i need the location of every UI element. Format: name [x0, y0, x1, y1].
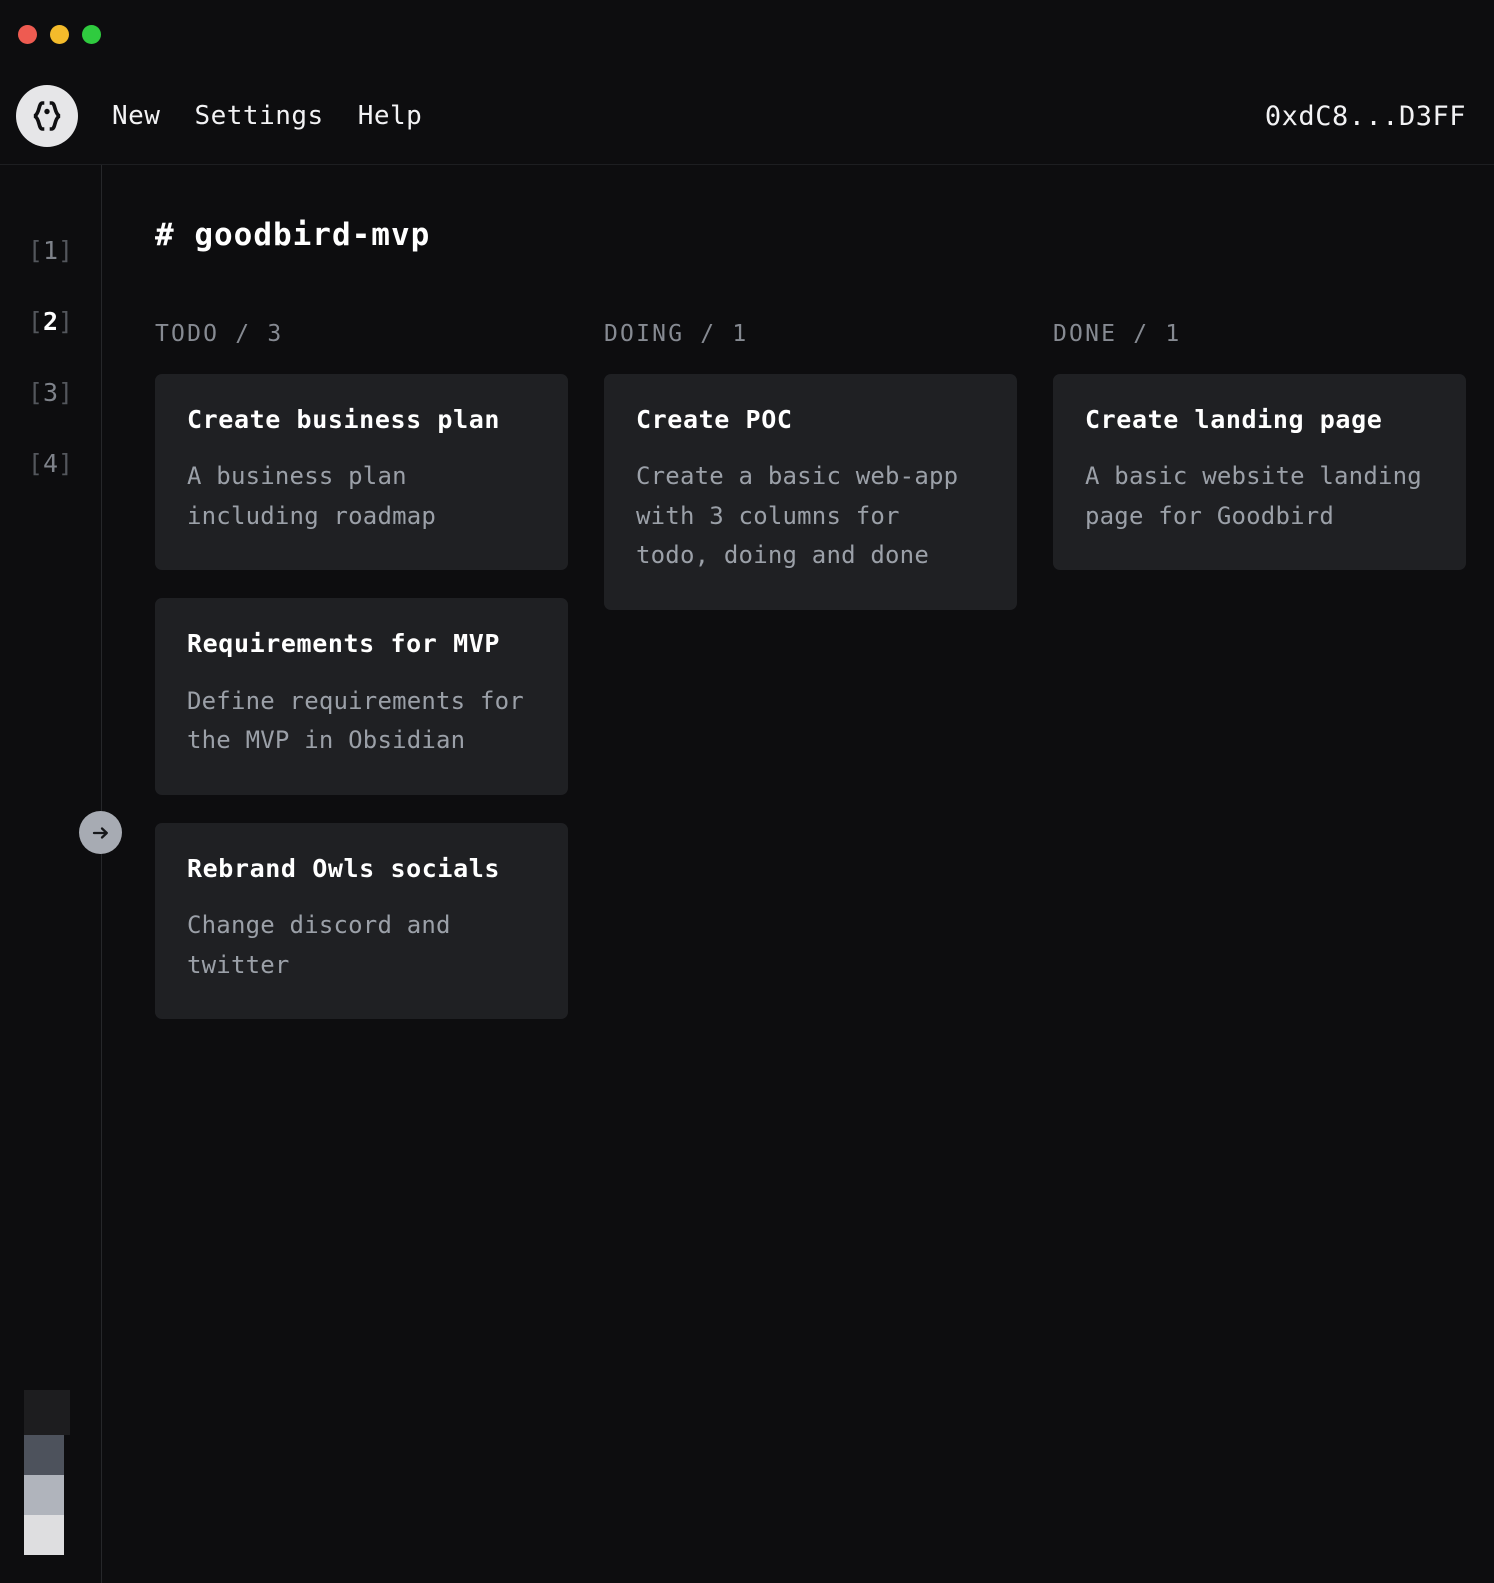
- page-switcher: [1] [2] [3] [4]: [0, 165, 101, 499]
- task-card[interactable]: Create landing page A basic website land…: [1053, 374, 1466, 571]
- bracket-open: [: [27, 307, 43, 336]
- app-logo[interactable]: [16, 85, 78, 147]
- nav-item-help[interactable]: Help: [358, 103, 423, 129]
- page-number: 3: [42, 378, 59, 407]
- task-title: Create landing page: [1085, 405, 1383, 434]
- swatch-white[interactable]: [24, 1515, 64, 1555]
- task-title: Create POC: [636, 405, 793, 434]
- task-title: Requirements for MVP: [187, 629, 501, 659]
- column-doing: DOING / 1 Create POC Create a basic web-…: [604, 321, 1017, 611]
- arrow-right-icon: [90, 822, 112, 844]
- swatch-silver[interactable]: [24, 1475, 64, 1515]
- task-card[interactable]: Rebrand Owls socials Change discord and …: [155, 822, 568, 1020]
- task-description: Change discord and twitter: [187, 911, 466, 979]
- nav-links: New Settings Help: [112, 103, 422, 129]
- top-navigation-bar: New Settings Help 0xdC8...D3FF: [0, 68, 1494, 165]
- braces-dot-logo-icon: [27, 96, 67, 136]
- card-list-doing: Create POC Create a basic web-app with 3…: [604, 374, 1017, 611]
- traffic-lights: [18, 24, 101, 44]
- wallet-address-button[interactable]: 0xdC8...D3FF: [1265, 101, 1466, 132]
- task-description: A business plan including roadmap: [187, 462, 437, 530]
- app-window: New Settings Help 0xdC8...D3FF [1] [2] […: [0, 0, 1494, 1583]
- task-description: A basic website landing page for Goodbir…: [1085, 462, 1437, 530]
- card-list-todo: Create business plan A business plan inc…: [155, 374, 568, 1020]
- rail-page-1[interactable]: [1]: [0, 215, 101, 286]
- bracket-close: ]: [58, 449, 74, 478]
- card-list-done: Create landing page A basic website land…: [1053, 374, 1466, 571]
- page-number: 1: [42, 236, 59, 265]
- left-rail: [1] [2] [3] [4]: [0, 165, 122, 1583]
- task-card[interactable]: Requirements for MVP Define requirements…: [155, 598, 568, 795]
- task-card[interactable]: Create POC Create a basic web-app with 3…: [604, 374, 1017, 611]
- minimize-window-button[interactable]: [50, 24, 69, 44]
- close-window-button[interactable]: [18, 24, 37, 44]
- task-description: Define requirements for the MVP in Obsid…: [187, 686, 539, 755]
- swatch-slate[interactable]: [24, 1435, 64, 1475]
- column-header-todo: TODO / 3: [155, 321, 284, 347]
- task-card[interactable]: Create business plan A business plan inc…: [155, 374, 568, 571]
- page-number: 4: [42, 449, 59, 478]
- board-title: # goodbird-mvp: [155, 217, 431, 253]
- bracket-open: [: [27, 449, 43, 478]
- task-title: Rebrand Owls socials: [187, 853, 501, 883]
- column-done: DONE / 1 Create landing page A basic web…: [1053, 321, 1466, 571]
- bracket-open: [: [27, 378, 43, 407]
- swatch-dark[interactable]: [24, 1390, 70, 1435]
- column-todo: TODO / 3 Create business plan A business…: [155, 321, 568, 1020]
- body: [1] [2] [3] [4] # goodbird-mvp TODO / 3 …: [0, 165, 1494, 1583]
- kanban-board: # goodbird-mvp TODO / 3 Create business …: [102, 165, 1494, 1583]
- task-description: Create a basic web-app with 3 columns fo…: [636, 462, 973, 570]
- bracket-close: ]: [58, 307, 74, 336]
- rail-page-2[interactable]: [2]: [0, 286, 101, 357]
- bracket-close: ]: [58, 378, 74, 407]
- rail-page-4[interactable]: [4]: [0, 428, 101, 499]
- page-number: 2: [42, 307, 59, 336]
- maximize-window-button[interactable]: [82, 24, 101, 44]
- color-swatches: [0, 1390, 101, 1583]
- bracket-close: ]: [58, 236, 74, 265]
- titlebar: [0, 0, 1494, 68]
- bracket-open: [: [27, 236, 43, 265]
- kanban-columns: TODO / 3 Create business plan A business…: [155, 321, 1466, 1020]
- rail-page-3[interactable]: [3]: [0, 357, 101, 428]
- expand-sidebar-button[interactable]: [79, 811, 122, 854]
- task-title: Create business plan: [187, 405, 501, 434]
- column-header-done: DONE / 1: [1053, 321, 1182, 347]
- nav-item-settings[interactable]: Settings: [194, 103, 323, 129]
- nav-item-new[interactable]: New: [112, 103, 160, 129]
- column-header-doing: DOING / 1: [604, 321, 749, 347]
